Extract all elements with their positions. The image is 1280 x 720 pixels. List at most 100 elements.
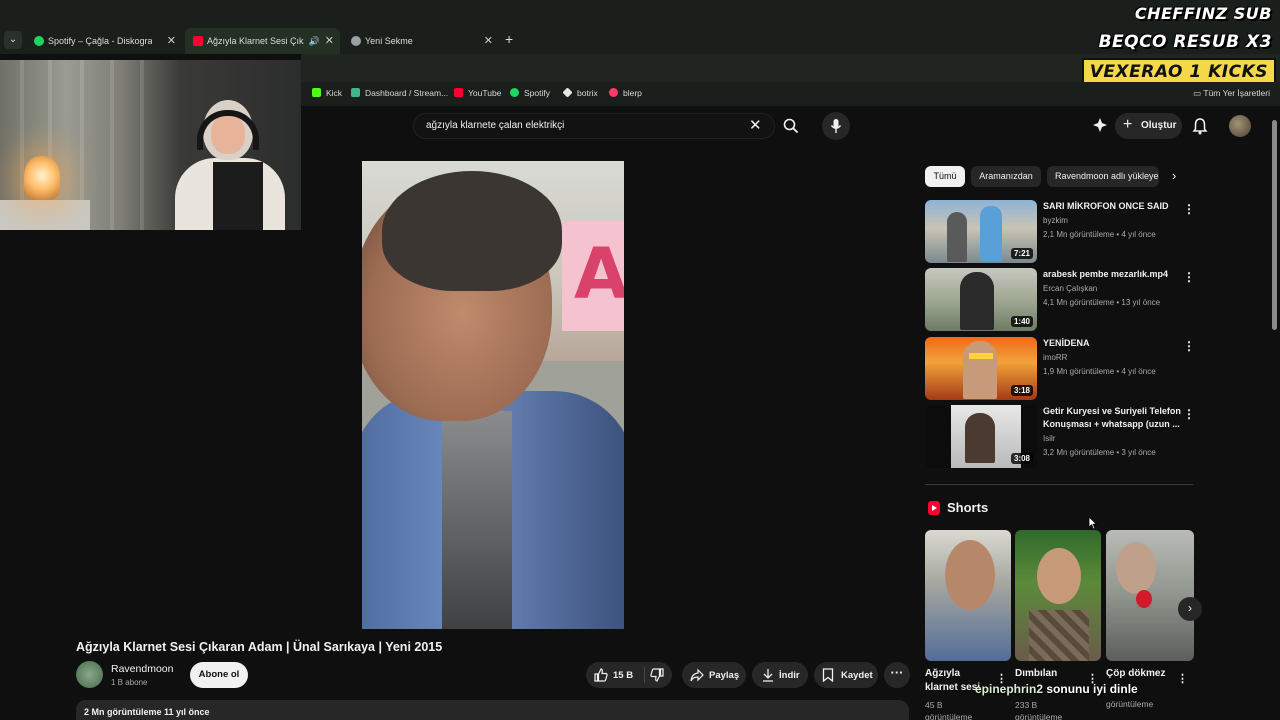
- bookmark-blerp[interactable]: blerp: [609, 88, 642, 98]
- bookmark-dashboard[interactable]: Dashboard / Stream...: [351, 88, 448, 98]
- channel-name[interactable]: Ravendmoon: [111, 663, 173, 675]
- bookmark-botrix[interactable]: botrix: [562, 87, 598, 98]
- browser-tab-strip: ⌄ Spotify – Çağla - Diskografi ✕ Ağzıyla…: [0, 0, 1280, 54]
- video-frame-sign-letter: A: [574, 233, 624, 315]
- thumbnail-figure: [947, 212, 967, 262]
- short-face: [945, 540, 995, 610]
- chip-uploader[interactable]: Ravendmoon adlı yükleyen: [1047, 166, 1159, 187]
- short-view-count: 233 B: [1015, 700, 1038, 710]
- thumbnail-figure: [963, 341, 997, 399]
- video-frame-shirt: [442, 411, 512, 629]
- curtain-fold: [140, 60, 144, 230]
- short-thumbnail[interactable]: [1015, 530, 1101, 661]
- salt-lamp: [24, 156, 60, 200]
- blerp-icon: [609, 88, 618, 97]
- bookmark-label: YouTube: [468, 88, 502, 98]
- recommendation-item[interactable]: 3:18 YENİDENA imoRR 1,9 Mn görüntüleme •…: [925, 337, 1195, 401]
- spotify-icon: [34, 36, 44, 46]
- folder-icon: ▭: [1193, 88, 1204, 98]
- short-views: görüntüleme: [1106, 698, 1153, 710]
- short-title: Çöp dökmez: [1106, 668, 1166, 679]
- like-button[interactable]: [594, 668, 608, 685]
- short-title: Dımbılan: [1015, 668, 1058, 679]
- chevron-right-icon[interactable]: ›: [1178, 597, 1202, 621]
- channel-name[interactable]: Isilr: [1043, 434, 1055, 443]
- extension-shortcut-icon[interactable]: [1092, 117, 1110, 135]
- more-vert-icon[interactable]: ⋮: [1183, 407, 1195, 421]
- video-duration: 7:21: [1010, 248, 1033, 259]
- chip-from-search[interactable]: Aramanızdan: [971, 166, 1041, 187]
- all-bookmarks-label: Tüm Yer İşaretleri: [1203, 88, 1270, 98]
- new-tab-plus-icon[interactable]: +: [505, 31, 513, 47]
- tab-spotify[interactable]: Spotify – Çağla - Diskografi ✕: [26, 28, 182, 54]
- video-player[interactable]: A: [362, 161, 624, 629]
- video-thumbnail[interactable]: 3:18: [925, 337, 1037, 400]
- search-button[interactable]: [780, 113, 802, 139]
- video-duration: 3:18: [1010, 385, 1033, 396]
- chrome-icon: [351, 36, 361, 46]
- bookmark-youtube[interactable]: YouTube: [454, 88, 501, 98]
- bookmark-label: botrix: [577, 88, 598, 98]
- bookmark-label: Dashboard / Stream...: [365, 88, 449, 98]
- page-scrollbar[interactable]: [1271, 108, 1278, 720]
- notifications-bell-icon[interactable]: [1192, 117, 1208, 140]
- recommendation-item[interactable]: 1:40 arabesk pembe mezarlık.mp4 Ercan Ça…: [925, 268, 1195, 332]
- shorts-icon: [928, 501, 940, 515]
- recommendation-item[interactable]: 7:21 SARI MİKROFON ONCE SAID byzkim 2,1 …: [925, 200, 1195, 264]
- video-duration: 1:40: [1010, 316, 1033, 327]
- like-divider: [644, 667, 645, 683]
- dislike-button[interactable]: [650, 668, 664, 685]
- video-title: YENİDENA: [1043, 338, 1090, 348]
- chat-text: sonunu iyi dinle: [1046, 682, 1138, 696]
- more-actions-icon[interactable]: ···: [884, 662, 910, 688]
- subscribe-button[interactable]: Abone ol: [190, 662, 248, 688]
- stream-overlay-line: BEQCO RESUB X3: [1098, 32, 1272, 52]
- create-button[interactable]: + Oluştur: [1115, 113, 1182, 139]
- short-views: 45 B görüntüleme: [925, 699, 972, 720]
- short-face: [1037, 548, 1081, 604]
- bookmark-spotify[interactable]: Spotify: [510, 88, 550, 98]
- scrollbar-thumb[interactable]: [1272, 120, 1277, 330]
- shorts-heading: Shorts: [947, 500, 989, 515]
- more-vert-icon[interactable]: ⋮: [1183, 202, 1195, 216]
- share-button[interactable]: Paylaş: [682, 662, 746, 688]
- more-vert-icon[interactable]: ⋮: [1183, 270, 1195, 284]
- tab-search-chevron-icon[interactable]: ⌄: [4, 31, 22, 49]
- tab-youtube-video[interactable]: Ağzıyla Klarnet Sesi Çıkaran 🔊 ✕: [185, 28, 340, 54]
- video-thumbnail[interactable]: 1:40: [925, 268, 1037, 331]
- bookmark-kick[interactable]: Kick: [312, 88, 342, 98]
- more-vert-icon[interactable]: ⋮: [1177, 672, 1188, 685]
- video-thumbnail[interactable]: 7:21: [925, 200, 1037, 263]
- close-icon[interactable]: ✕: [325, 28, 334, 54]
- short-thumbnail[interactable]: [925, 530, 1011, 661]
- chevron-right-icon[interactable]: ›: [1172, 168, 1176, 183]
- recommendation-item[interactable]: 3:08 Getir Kuryesi ve Suriyeli Telefon K…: [925, 405, 1195, 469]
- tab-new[interactable]: Yeni Sekme ✕: [343, 28, 499, 54]
- close-icon[interactable]: ✕: [167, 28, 176, 54]
- video-stats: 2 Mn görüntüleme 11 yıl önce: [84, 707, 210, 717]
- all-bookmarks[interactable]: ▭ Tüm Yer İşaretleri: [1193, 88, 1270, 99]
- thumbs-down-icon: [650, 668, 664, 682]
- channel-name[interactable]: Ercan Çalışkan: [1043, 284, 1097, 293]
- short-view-suffix: görüntüleme: [1015, 712, 1063, 720]
- channel-name[interactable]: byzkim: [1043, 216, 1068, 225]
- youtube-icon: [454, 88, 463, 97]
- close-icon[interactable]: ✕: [484, 28, 493, 54]
- voice-search-button[interactable]: [822, 112, 850, 140]
- search-input[interactable]: ağzıyla klarnete çalan elektrikçi: [413, 113, 775, 139]
- like-count: 15 B: [613, 670, 634, 681]
- video-thumbnail[interactable]: 3:08: [925, 405, 1037, 468]
- user-avatar[interactable]: [1229, 115, 1251, 137]
- clear-search-icon[interactable]: ✕: [749, 116, 762, 134]
- short-view-suffix: görüntüleme: [1106, 699, 1154, 709]
- save-button[interactable]: Kaydet: [814, 662, 878, 688]
- channel-avatar[interactable]: [76, 661, 103, 688]
- short-thumbnail[interactable]: [1106, 530, 1194, 661]
- more-vert-icon[interactable]: ⋮: [1183, 339, 1195, 353]
- chip-all[interactable]: Tümü: [925, 166, 965, 187]
- download-button[interactable]: İndir: [752, 662, 808, 688]
- speaker-icon[interactable]: 🔊: [309, 28, 320, 54]
- channel-name[interactable]: imoRR: [1043, 353, 1067, 362]
- microphone-icon: [830, 119, 842, 133]
- short-view-suffix: görüntüleme: [925, 712, 973, 720]
